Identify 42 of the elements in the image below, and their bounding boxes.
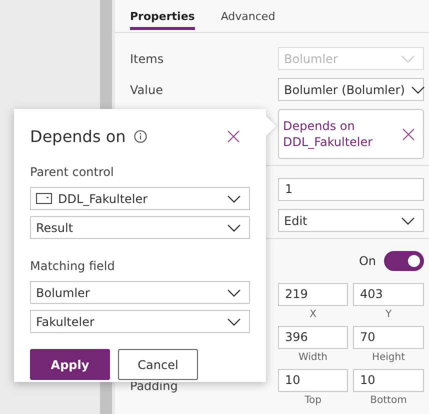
tab[interactable]: Advanced bbox=[220, 10, 276, 30]
dropdown[interactable]: Result bbox=[30, 216, 250, 239]
field-caption: Height bbox=[370, 352, 406, 363]
dropdown[interactable]: Bolumler bbox=[30, 281, 250, 304]
chevron-down-icon bbox=[227, 318, 241, 326]
chevron-down-icon bbox=[227, 194, 241, 202]
property-label: Value bbox=[130, 82, 164, 96]
field-caption: Y bbox=[384, 309, 393, 320]
cancel-button[interactable]: Cancel bbox=[118, 349, 198, 380]
chevron-down-icon bbox=[410, 86, 425, 94]
input-field[interactable]: 10 bbox=[278, 369, 348, 392]
apply-button[interactable]: Apply bbox=[30, 349, 110, 380]
input-field[interactable]: 396 bbox=[278, 326, 348, 349]
chevron-down-icon bbox=[227, 288, 241, 296]
field-caption: Bottom bbox=[369, 395, 408, 406]
info-icon[interactable] bbox=[134, 130, 147, 142]
dropdown[interactable]: Bolumler (Bolumler) bbox=[278, 78, 424, 101]
input-field[interactable]: 1 bbox=[278, 178, 424, 201]
property-label: Padding bbox=[130, 379, 179, 393]
depends-on-field[interactable]: Depends on DDL_Fakulteler bbox=[278, 109, 424, 159]
section-label: Matching field bbox=[30, 259, 116, 273]
input-field[interactable]: 219 bbox=[278, 283, 348, 306]
property-label: Items bbox=[130, 52, 165, 66]
toggle-label: On bbox=[358, 254, 376, 268]
field-caption: Width bbox=[297, 352, 329, 363]
input-field[interactable]: 10 bbox=[353, 369, 424, 392]
close-icon[interactable] bbox=[227, 130, 240, 142]
tab[interactable]: Properties bbox=[130, 10, 195, 30]
field-caption: X bbox=[308, 309, 318, 320]
chevron-down-icon bbox=[227, 224, 241, 232]
dropdown[interactable]: Fakulteler bbox=[30, 310, 250, 333]
dropdown[interactable]: Edit bbox=[278, 209, 424, 232]
section-label: Parent control bbox=[30, 165, 115, 179]
input-field[interactable]: 403 bbox=[353, 283, 424, 306]
chevron-down-icon bbox=[401, 216, 415, 224]
toggle-switch[interactable] bbox=[384, 251, 424, 271]
field-caption: Top bbox=[304, 395, 322, 406]
input-field[interactable]: 70 bbox=[353, 326, 424, 349]
popup-title: Depends on bbox=[30, 126, 126, 146]
chevron-down-icon bbox=[401, 54, 415, 62]
close-icon[interactable] bbox=[402, 128, 415, 140]
dropdown[interactable]: DDL_Fakulteler bbox=[30, 187, 250, 210]
